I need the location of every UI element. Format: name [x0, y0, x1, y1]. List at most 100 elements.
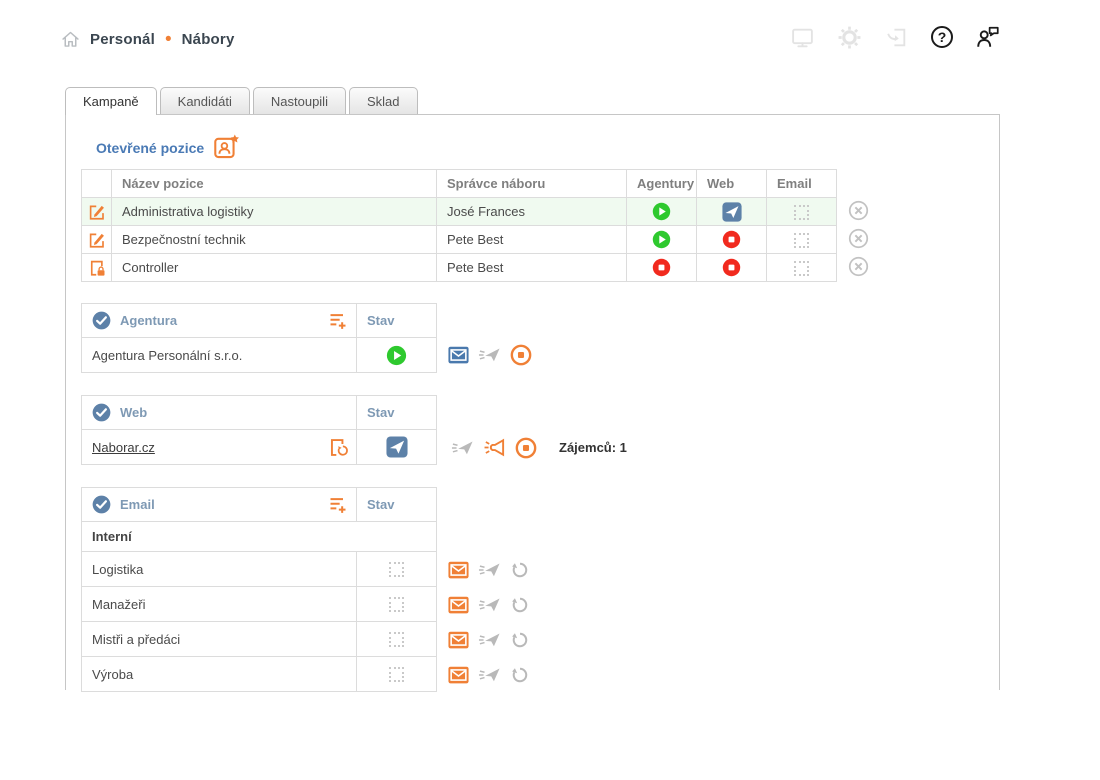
send-action-icon[interactable]	[478, 593, 501, 616]
email-action-icon[interactable]	[448, 561, 469, 579]
stop-status-icon[interactable]	[722, 230, 741, 249]
stop-action-icon[interactable]	[510, 344, 532, 366]
positions-header-email: Email	[767, 170, 837, 198]
user-chat-icon[interactable]	[975, 24, 1001, 50]
delete-position-button[interactable]	[848, 228, 869, 249]
check-circle-icon[interactable]	[92, 495, 111, 514]
doc-lock-icon[interactable]	[88, 259, 106, 277]
content-panel: Otevřené pozice Název pozice Správce náb…	[65, 114, 1000, 690]
positions-header-row: Název pozice Správce náboru Agentury Web…	[82, 170, 837, 198]
email-action-icon[interactable]	[448, 631, 469, 649]
play-status-icon[interactable]	[652, 230, 671, 249]
position-manager: Pete Best	[437, 226, 627, 254]
empty-status-icon[interactable]	[389, 667, 404, 682]
email-group-name: Mistři a předáci	[82, 622, 357, 657]
empty-status-icon[interactable]	[389, 562, 404, 577]
page-title: Otevřené pozice	[96, 140, 204, 156]
email-table: Email Stav Interní Logistika Manažeři Mi…	[81, 487, 437, 692]
list-item: Naborar.cz	[82, 430, 437, 465]
web-stav-header: Stav	[357, 396, 437, 430]
check-circle-icon[interactable]	[92, 403, 111, 422]
stop-status-icon[interactable]	[652, 258, 671, 277]
email-group-name: Manažeři	[82, 587, 357, 622]
announce-icon[interactable]	[483, 436, 506, 459]
web-section-title: Web	[120, 405, 348, 420]
email-row-actions	[448, 663, 530, 686]
web-actions: Zájemců: 1	[451, 436, 627, 459]
send-action-icon[interactable]	[478, 628, 501, 651]
email-row-actions	[448, 593, 530, 616]
delete-position-button[interactable]	[848, 256, 869, 277]
list-item: Výroba	[82, 657, 437, 692]
position-manager: Pete Best	[437, 254, 627, 282]
web-portal-link[interactable]: Naborar.cz	[92, 440, 328, 455]
positions-table: Název pozice Správce náboru Agentury Web…	[81, 169, 837, 282]
add-position-icon[interactable]	[213, 134, 240, 161]
email-action-icon[interactable]	[448, 666, 469, 684]
position-manager: José Frances	[437, 198, 627, 226]
send-action-icon[interactable]	[478, 343, 501, 366]
list-item: Mistři a předáci	[82, 622, 437, 657]
email-section-title: Email	[120, 497, 319, 512]
edit-icon[interactable]	[88, 231, 106, 249]
breadcrumb: Personál • Nábory	[60, 29, 235, 50]
doc-republish-icon[interactable]	[328, 437, 349, 458]
tab-kandidati[interactable]: Kandidáti	[160, 87, 250, 114]
delete-position-button[interactable]	[848, 200, 869, 221]
web-table: Web Stav Naborar.cz	[81, 395, 437, 465]
positions-header-agencies: Agentury	[627, 170, 697, 198]
home-icon[interactable]	[60, 29, 81, 50]
email-group-name: Výroba	[82, 657, 357, 692]
sent-status-icon[interactable]	[386, 436, 408, 458]
help-icon[interactable]: ?	[931, 26, 953, 48]
add-list-icon[interactable]	[328, 311, 348, 331]
empty-status-icon[interactable]	[794, 261, 809, 276]
undo-action-icon[interactable]	[510, 595, 530, 615]
breadcrumb-separator-icon: •	[164, 30, 173, 49]
breadcrumb-page[interactable]: Nábory	[182, 31, 235, 48]
email-group-name: Logistika	[82, 552, 357, 587]
play-status-icon[interactable]	[386, 345, 407, 366]
stop-status-icon[interactable]	[722, 258, 741, 277]
send-action-icon[interactable]	[478, 663, 501, 686]
tab-nastoupili[interactable]: Nastoupili	[253, 87, 346, 114]
positions-header-manager: Správce náboru	[437, 170, 627, 198]
undo-action-icon[interactable]	[510, 560, 530, 580]
email-group-label: Interní	[82, 522, 437, 552]
empty-status-icon[interactable]	[794, 205, 809, 220]
email-row-actions	[448, 628, 530, 651]
play-status-icon[interactable]	[652, 202, 671, 221]
undo-action-icon[interactable]	[510, 630, 530, 650]
agency-actions	[448, 343, 532, 366]
list-item: Agentura Personální s.r.o.	[82, 338, 437, 373]
tab-sklad[interactable]: Sklad	[349, 87, 418, 114]
position-name: Administrativa logistiky	[112, 198, 437, 226]
agency-stav-header: Stav	[357, 304, 437, 338]
monitor-icon[interactable]	[790, 25, 815, 50]
list-item: Logistika	[82, 552, 437, 587]
send-action-icon[interactable]	[478, 558, 501, 581]
edit-icon[interactable]	[88, 203, 106, 221]
breadcrumb-section[interactable]: Personál	[90, 31, 155, 48]
positions-header-web: Web	[697, 170, 767, 198]
email-action-icon[interactable]	[448, 346, 469, 364]
undo-action-icon[interactable]	[510, 665, 530, 685]
sign-out-icon[interactable]	[884, 25, 909, 50]
empty-status-icon[interactable]	[794, 233, 809, 248]
stop-action-icon[interactable]	[515, 437, 537, 459]
empty-status-icon[interactable]	[389, 632, 404, 647]
agency-table: Agentura Stav Agentura Personální s.r.o.	[81, 303, 437, 373]
email-action-icon[interactable]	[448, 596, 469, 614]
check-circle-icon[interactable]	[92, 311, 111, 330]
empty-status-icon[interactable]	[389, 597, 404, 612]
list-item: Manažeři	[82, 587, 437, 622]
email-group-row: Interní	[82, 522, 437, 552]
agency-section-title: Agentura	[120, 313, 319, 328]
sent-status-icon[interactable]	[722, 202, 742, 222]
send-action-icon[interactable]	[451, 436, 474, 459]
tab-bar: Kampaně Kandidáti Nastoupili Sklad	[65, 87, 418, 115]
add-list-icon[interactable]	[328, 495, 348, 515]
gear-icon[interactable]	[837, 25, 862, 50]
top-bar: Personál • Nábory ?	[60, 24, 1040, 54]
tab-kampane[interactable]: Kampaně	[65, 87, 157, 115]
